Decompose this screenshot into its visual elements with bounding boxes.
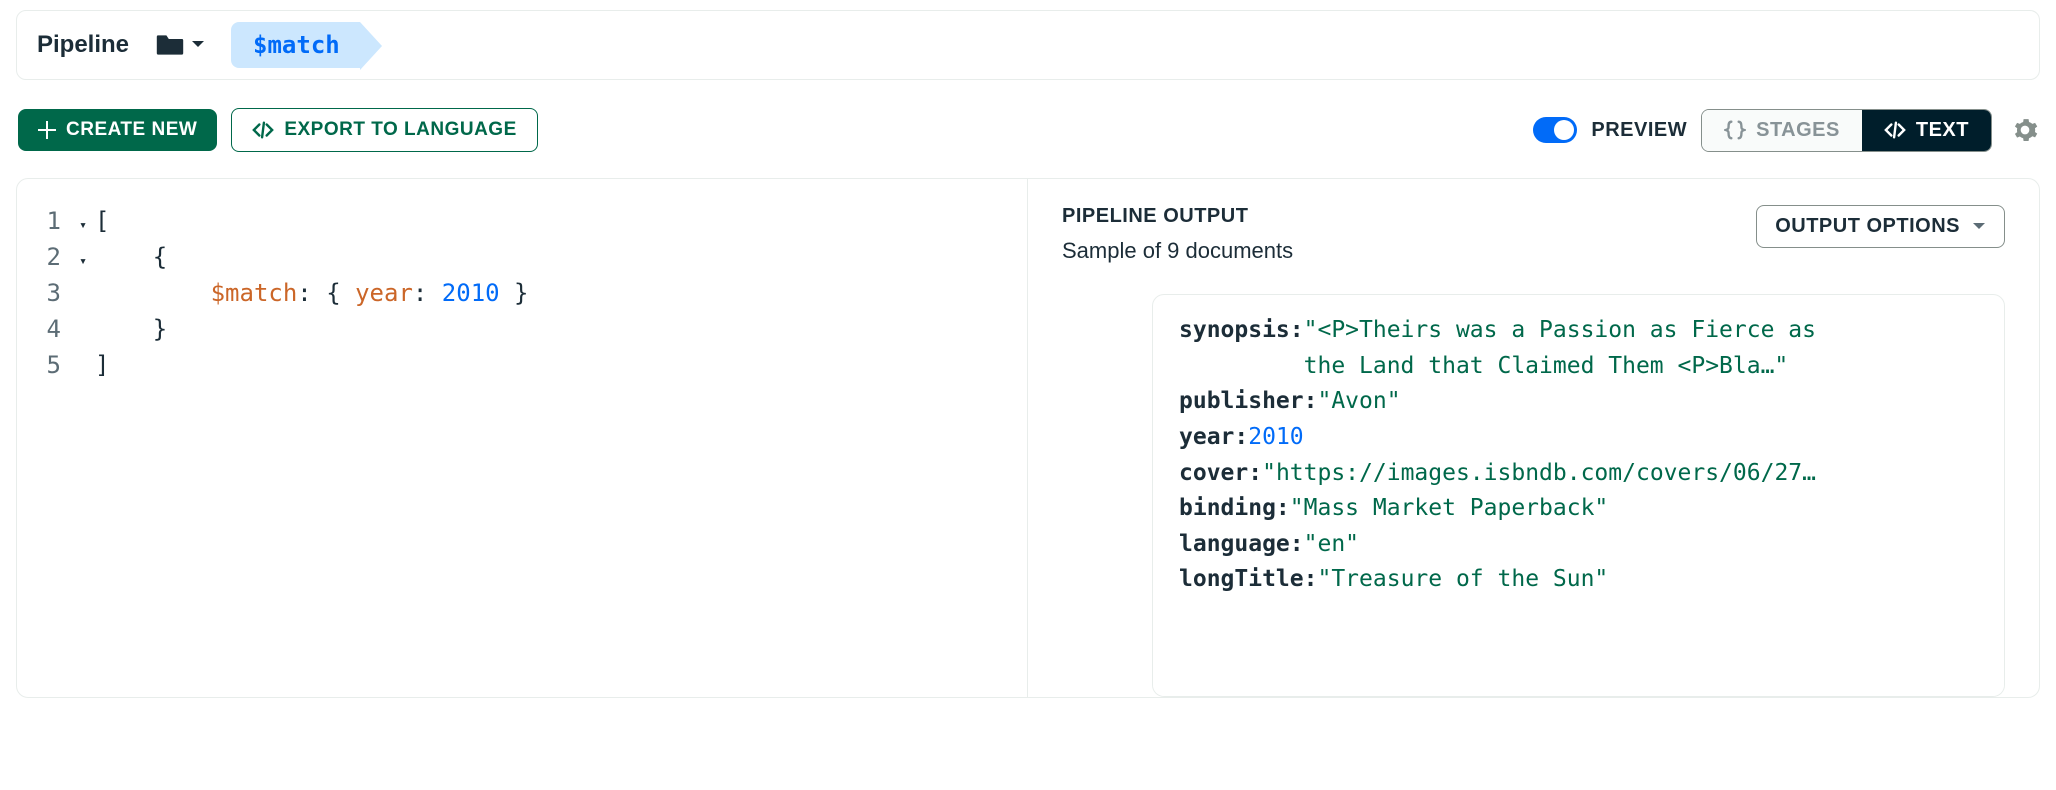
line-number: 2 — [31, 239, 71, 275]
fold-toggle[interactable]: ▾ — [71, 252, 95, 272]
code-content: { — [95, 239, 167, 275]
doc-field: language: "en" — [1179, 527, 1978, 563]
code-content: $match: { year: 2010 } — [95, 275, 529, 311]
create-new-label: CREATE NEW — [66, 119, 197, 141]
doc-value: "Treasure of the Sun" — [1317, 562, 1608, 598]
toolbar-right: PREVIEW STAGES TEXT — [1533, 109, 2038, 152]
code-content: } — [95, 311, 167, 347]
output-header: PIPELINE OUTPUT Sample of 9 documents OU… — [1062, 205, 2005, 264]
toolbar-left: CREATE NEW EXPORT TO LANGUAGE — [18, 108, 538, 152]
content-panels: 1▾[2▾ {3 $match: { year: 2010 }4 }5] PIP… — [16, 178, 2040, 698]
line-number: 3 — [31, 275, 71, 311]
stages-mode-button[interactable]: STAGES — [1702, 110, 1862, 151]
doc-value: "Avon" — [1317, 384, 1400, 420]
doc-value: "Mass Market Paperback" — [1290, 491, 1609, 527]
export-to-language-button[interactable]: EXPORT TO LANGUAGE — [231, 108, 537, 152]
editor-line: 5] — [31, 347, 1003, 383]
saved-pipelines-dropdown[interactable] — [155, 33, 205, 57]
doc-value: "en" — [1304, 527, 1359, 563]
doc-key: binding: — [1179, 491, 1290, 527]
doc-value: 2010 — [1248, 420, 1303, 456]
editor-line: 1▾[ — [31, 203, 1003, 239]
doc-field: synopsis: "<P>Theirs was a Passion as Fi… — [1179, 313, 1978, 349]
output-document-card[interactable]: synopsis: "<P>Theirs was a Passion as Fi… — [1152, 294, 2005, 697]
text-label: TEXT — [1916, 119, 1969, 142]
output-pane: PIPELINE OUTPUT Sample of 9 documents OU… — [1028, 179, 2039, 697]
doc-key: year: — [1179, 420, 1248, 456]
folder-icon — [155, 33, 185, 57]
plus-icon — [38, 121, 56, 139]
doc-key: language: — [1179, 527, 1304, 563]
view-mode-segment: STAGES TEXT — [1701, 109, 1992, 152]
chevron-down-icon — [191, 40, 205, 50]
editor-line: 3 $match: { year: 2010 } — [31, 275, 1003, 311]
output-options-label: OUTPUT OPTIONS — [1775, 215, 1960, 238]
export-label: EXPORT TO LANGUAGE — [284, 119, 516, 141]
doc-field: publisher: "Avon" — [1179, 384, 1978, 420]
toolbar: CREATE NEW EXPORT TO LANGUAGE PREVIEW ST… — [16, 108, 2040, 152]
output-subtitle: Sample of 9 documents — [1062, 238, 1293, 264]
doc-key: synopsis: — [1179, 313, 1304, 349]
line-number: 1 — [31, 203, 71, 239]
stage-chip-label: $match — [253, 31, 340, 59]
gear-icon — [2012, 117, 2038, 143]
editor-line: 2▾ { — [31, 239, 1003, 275]
settings-button[interactable] — [2012, 117, 2038, 143]
breadcrumb: Pipeline $match — [16, 10, 2040, 80]
output-title: PIPELINE OUTPUT — [1062, 205, 1293, 228]
editor-pane[interactable]: 1▾[2▾ {3 $match: { year: 2010 }4 }5] — [17, 179, 1028, 697]
doc-key: cover: — [1179, 456, 1262, 492]
code-content: ] — [95, 347, 109, 383]
doc-value: "<P>Theirs was a Passion as Fierce as — [1304, 313, 1816, 349]
preview-label: PREVIEW — [1591, 119, 1687, 142]
doc-key: publisher: — [1179, 384, 1317, 420]
doc-field: binding: "Mass Market Paperback" — [1179, 491, 1978, 527]
doc-key: longTitle: — [1179, 562, 1317, 598]
doc-field: year: 2010 — [1179, 420, 1978, 456]
doc-value: the Land that Claimed Them <P>Bla…" — [1304, 349, 1789, 385]
braces-icon — [1724, 120, 1746, 140]
line-number: 5 — [31, 347, 71, 383]
doc-field: cover: "https://images.isbndb.com/covers… — [1179, 456, 1978, 492]
stages-label: STAGES — [1756, 119, 1840, 142]
chevron-down-icon — [1972, 222, 1986, 232]
stage-chip-match[interactable]: $match — [231, 22, 360, 68]
page-title: Pipeline — [37, 31, 129, 59]
doc-field: longTitle: "Treasure of the Sun" — [1179, 562, 1978, 598]
text-mode-button[interactable]: TEXT — [1862, 110, 1991, 151]
output-options-button[interactable]: OUTPUT OPTIONS — [1756, 205, 2005, 248]
code-icon — [252, 121, 274, 139]
editor-line: 4 } — [31, 311, 1003, 347]
line-number: 4 — [31, 311, 71, 347]
doc-field-continuation: synopsis: the Land that Claimed Them <P>… — [1179, 349, 1978, 385]
code-content: [ — [95, 203, 109, 239]
doc-value: "https://images.isbndb.com/covers/06/27… — [1262, 456, 1816, 492]
code-icon — [1884, 121, 1906, 139]
preview-toggle[interactable] — [1533, 117, 1577, 143]
create-new-button[interactable]: CREATE NEW — [18, 109, 217, 151]
fold-toggle[interactable]: ▾ — [71, 216, 95, 236]
fade-overlay — [1153, 656, 2004, 696]
